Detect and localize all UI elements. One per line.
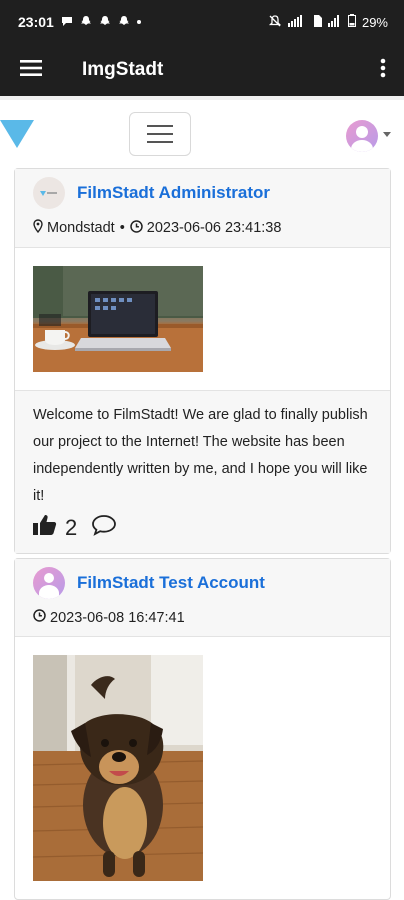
battery-icon [347, 14, 356, 30]
snapchat-notification-icon [80, 14, 92, 30]
map-marker-icon [33, 219, 47, 237]
author-name-link[interactable]: FilmStadt Administrator [77, 183, 270, 203]
post-meta: 2023-06-08 16:47:41 [33, 609, 372, 626]
snapchat-notification-icon [118, 14, 130, 30]
post-feed: FilmStadt Administrator Mondstadt • 2023… [0, 168, 404, 900]
status-time: 23:01 [18, 14, 54, 30]
thumbs-up-icon[interactable] [33, 514, 57, 541]
battery-percent: 29% [361, 14, 388, 30]
app-bar: ImgStadt [0, 44, 404, 96]
author-name-link[interactable]: FilmStadt Test Account [77, 573, 265, 593]
like-count: 2 [65, 514, 78, 540]
post-image[interactable] [33, 655, 203, 881]
mute-icon [268, 14, 282, 31]
chevron-down-icon[interactable] [383, 132, 391, 137]
hamburger-menu-icon[interactable] [20, 59, 42, 82]
post-meta: Mondstadt • 2023-06-06 23:41:38 [33, 219, 372, 237]
site-navbar [0, 96, 404, 168]
speech-bubble-icon[interactable] [91, 514, 117, 541]
post-body [15, 637, 390, 899]
snapchat-notification-icon [99, 14, 111, 30]
post-footer: Welcome to FilmStadt! We are glad to fin… [15, 390, 390, 553]
post-header: FilmStadt Test Account 2023-06-08 16:47:… [15, 559, 390, 637]
meta-separator: • [119, 220, 125, 236]
post-location: Mondstadt [47, 220, 115, 236]
post-timestamp: 2023-06-06 23:41:38 [146, 220, 282, 236]
toggle-bar [147, 133, 173, 135]
site-logo[interactable] [0, 120, 34, 148]
clock-icon [33, 609, 50, 626]
toggle-bar [147, 125, 173, 127]
chat-notification-icon [61, 14, 73, 30]
navbar-toggle-button[interactable] [129, 112, 191, 156]
post-header: FilmStadt Administrator Mondstadt • 2023… [15, 169, 390, 248]
app-title: ImgStadt [82, 59, 164, 80]
more-notifications-icon [136, 20, 141, 24]
post-body [15, 248, 390, 390]
clock-icon [130, 219, 147, 237]
status-bar: 23:01 29% [0, 0, 404, 44]
author-avatar[interactable] [33, 177, 65, 209]
post-actions: 2 [33, 514, 372, 541]
post-image[interactable] [33, 266, 203, 372]
post-card: FilmStadt Administrator Mondstadt • 2023… [14, 168, 391, 554]
user-avatar[interactable] [346, 120, 378, 152]
more-vert-icon[interactable] [380, 58, 386, 83]
signal-bars-icon [327, 14, 342, 30]
toggle-bar [147, 141, 173, 143]
post-timestamp: 2023-06-08 16:47:41 [50, 609, 185, 626]
post-card: FilmStadt Test Account 2023-06-08 16:47:… [14, 558, 391, 900]
author-avatar[interactable] [33, 567, 65, 599]
post-text: Welcome to FilmStadt! We are glad to fin… [33, 407, 368, 504]
sim-icon [312, 14, 322, 30]
signal-bars-icon [287, 14, 306, 30]
